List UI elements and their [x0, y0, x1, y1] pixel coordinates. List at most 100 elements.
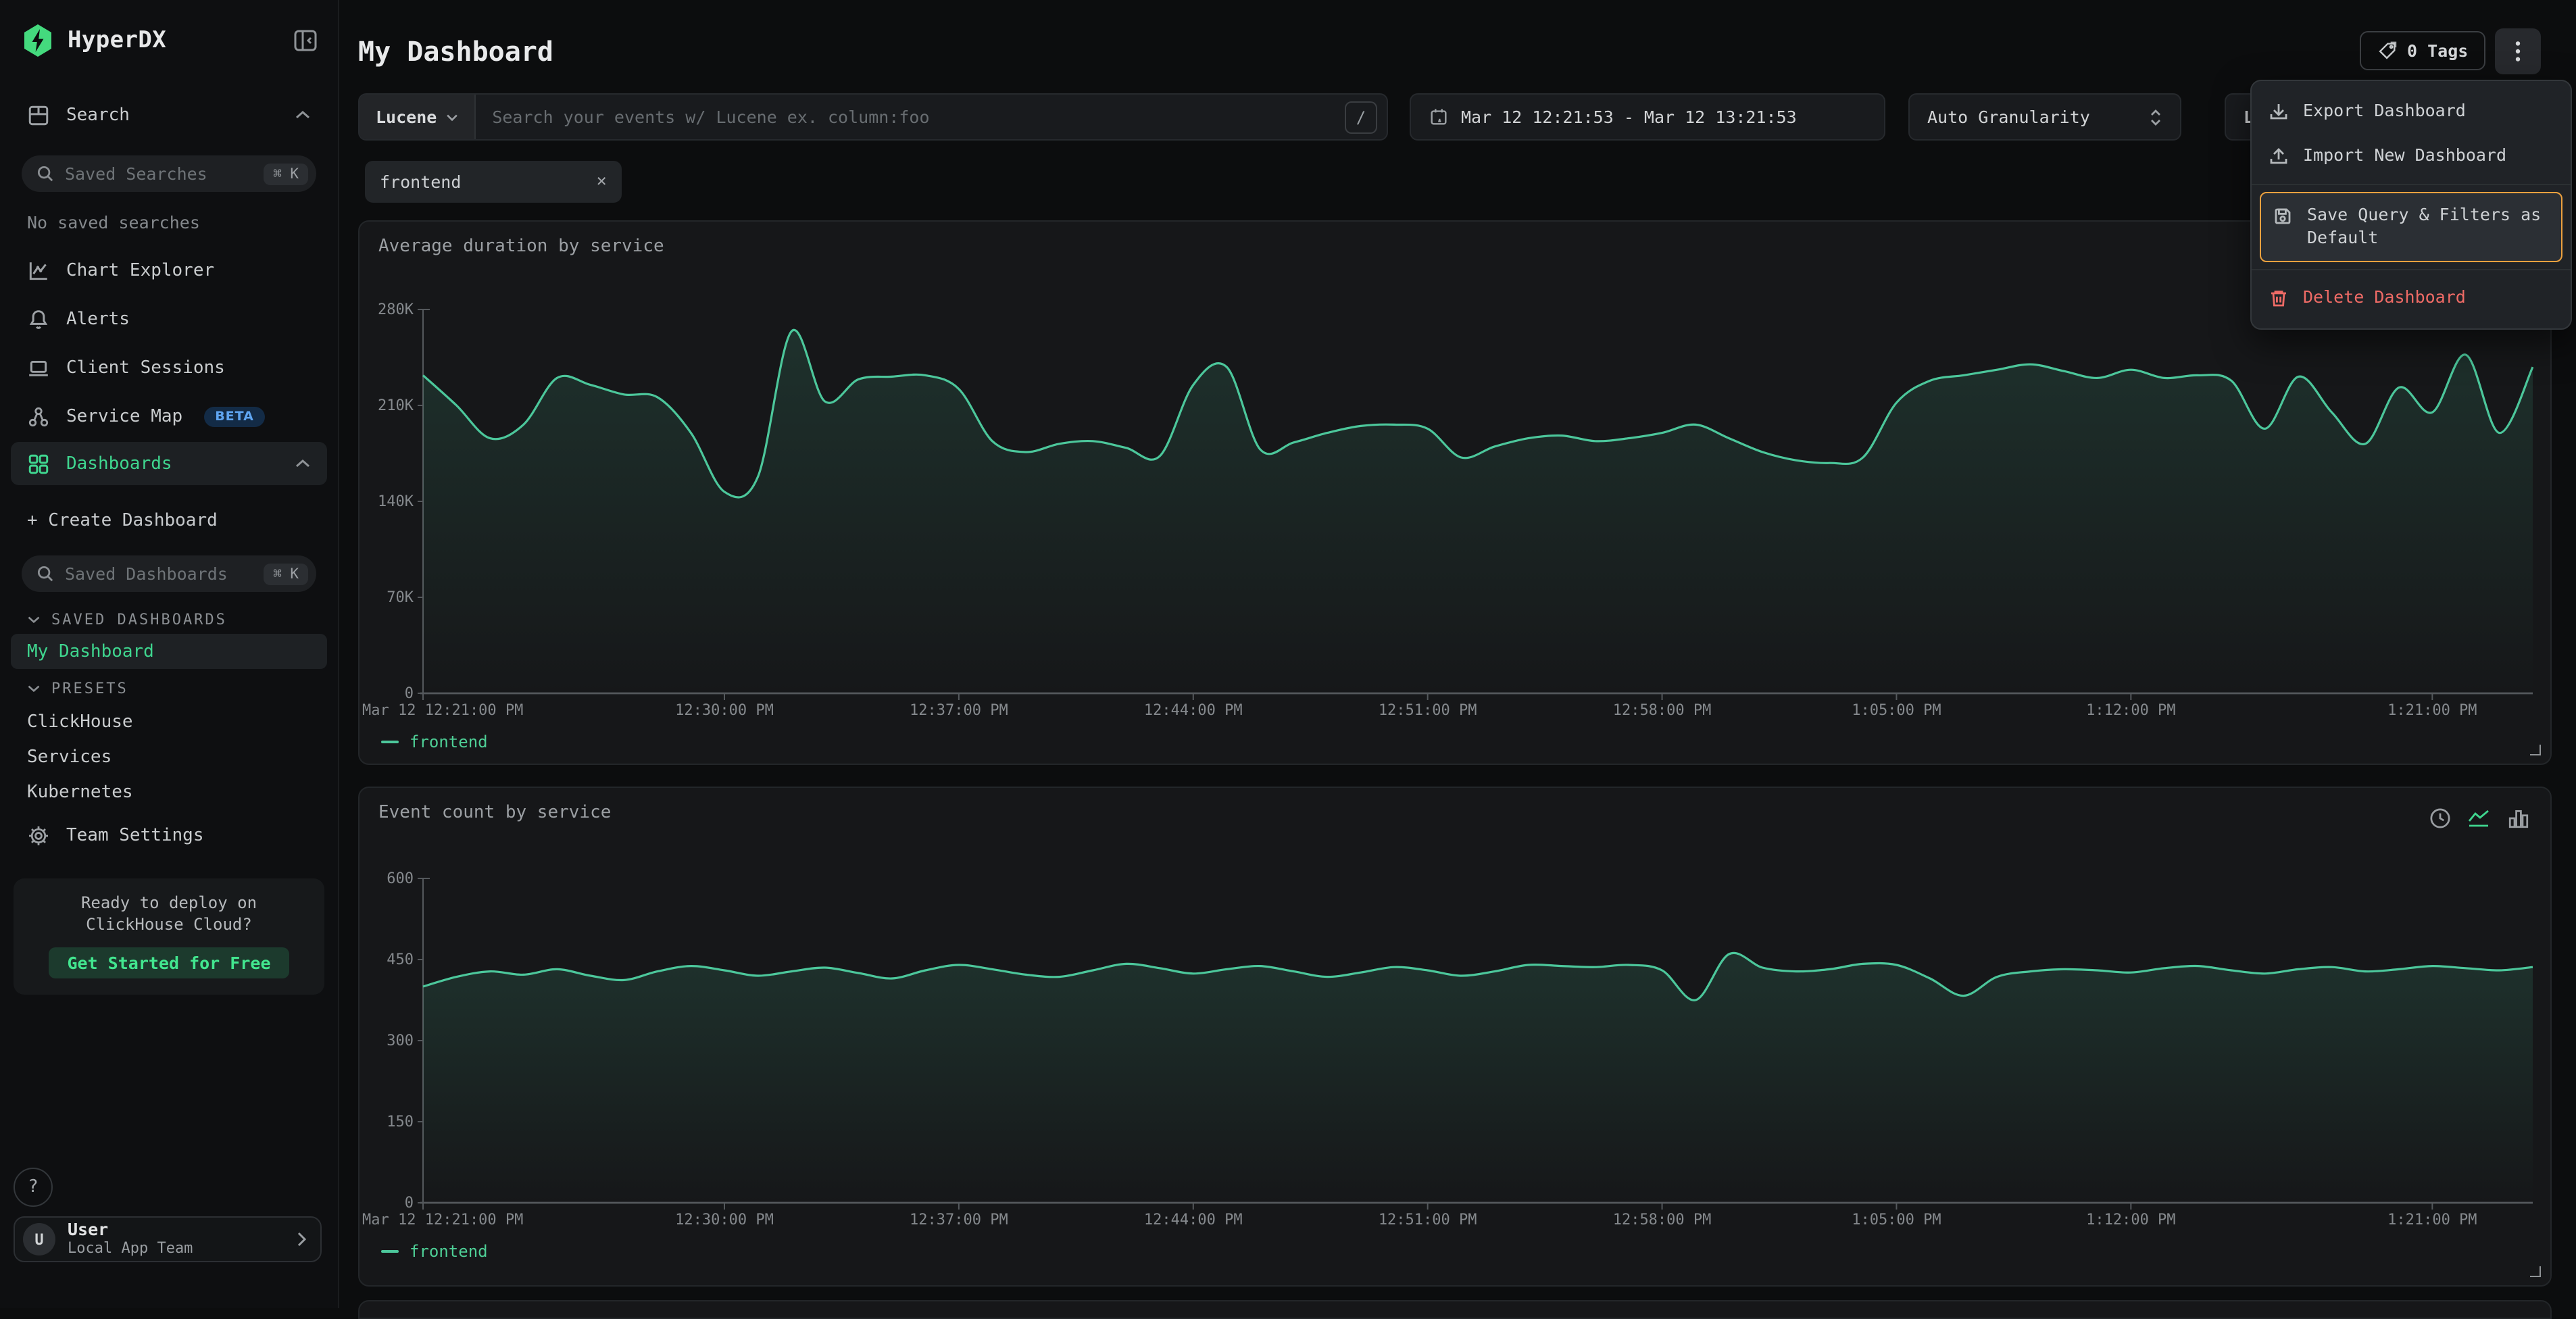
saved-dashboard-my-dashboard[interactable]: My Dashboard — [11, 634, 327, 669]
saved-searches-placeholder: Saved Searches — [65, 164, 253, 184]
panel-resize-handle[interactable] — [2530, 1266, 2541, 1277]
event-search-bar[interactable]: Lucene Search your events w/ Lucene ex. … — [358, 93, 1388, 141]
tag-icon — [2377, 41, 2398, 61]
laptop-icon — [27, 356, 50, 379]
panel-title: Average duration by service — [378, 237, 664, 257]
dashboard-menu-button[interactable] — [2495, 28, 2541, 74]
group-saved-dashboards[interactable]: SAVED DASHBOARDS — [27, 611, 227, 628]
svg-text:12:30:00 PM: 12:30:00 PM — [675, 702, 774, 719]
time-range-icon[interactable] — [2426, 804, 2453, 831]
shortcut-badge: ⌘ K — [264, 163, 308, 184]
menu-item-import-dashboard[interactable]: Import New Dashboard — [2252, 134, 2571, 178]
line-chart-icon[interactable] — [2465, 804, 2492, 831]
search-icon — [36, 565, 54, 582]
granularity-select[interactable]: Auto Granularity — [1908, 93, 2181, 141]
chevron-down-icon — [446, 113, 458, 121]
legend-line-swatch — [381, 1249, 399, 1253]
svg-text:450: 450 — [387, 951, 414, 968]
get-started-button[interactable]: Get Started for Free — [49, 948, 289, 979]
svg-text:12:44:00 PM: 12:44:00 PM — [1144, 1212, 1243, 1228]
tags-label: 0 Tags — [2407, 41, 2468, 61]
event-count-chart[interactable]: 6004503001500Mar 12 12:21:00 PM12:30:00 … — [360, 788, 2550, 1285]
user-card[interactable]: U User Local App Team — [14, 1216, 322, 1262]
sidebar-item-label: Team Settings — [66, 825, 204, 845]
svg-text:140K: 140K — [378, 493, 414, 510]
svg-text:12:37:00 PM: 12:37:00 PM — [910, 1212, 1008, 1228]
user-team: Local App Team — [68, 1241, 193, 1258]
sidebar-item-client-sessions[interactable]: Client Sessions — [11, 346, 327, 389]
help-button[interactable]: ? — [14, 1168, 53, 1207]
svg-text:Mar 12 12:21:00 PM: Mar 12 12:21:00 PM — [362, 702, 523, 719]
svg-text:300: 300 — [387, 1032, 414, 1049]
create-dashboard-button[interactable]: + Create Dashboard — [27, 511, 218, 531]
sidebar-item-search[interactable]: Search — [11, 93, 327, 136]
panel-title: Event count by service — [378, 803, 611, 823]
app-title: HyperDX — [68, 27, 166, 54]
search-input-placeholder: Search your events w/ Lucene ex. column:… — [476, 107, 1345, 127]
sidebar-item-alerts[interactable]: Alerts — [11, 297, 327, 341]
chevron-up-icon — [295, 458, 311, 469]
sidebar-item-label: Client Sessions — [66, 357, 225, 378]
preset-clickhouse[interactable]: ClickHouse — [11, 704, 327, 739]
gear-icon — [27, 824, 50, 847]
svg-text:600: 600 — [387, 870, 414, 887]
svg-text:150: 150 — [387, 1114, 414, 1130]
saved-dashboards-placeholder: Saved Dashboards — [65, 564, 253, 584]
menu-item-save-query-filters-default[interactable]: Save Query & Filters as Default — [2261, 193, 2561, 261]
date-range-picker[interactable]: Mar 12 12:21:53 - Mar 12 13:21:53 — [1410, 93, 1885, 141]
sidebar-item-chart-explorer[interactable]: Chart Explorer — [11, 249, 327, 292]
chart-legend[interactable]: frontend — [381, 1242, 488, 1261]
sidebar-item-label: Alerts — [66, 309, 130, 329]
chart-legend[interactable]: frontend — [381, 732, 488, 751]
app-window: HyperDX Search Saved Searches ⌘ K No sav… — [0, 0, 2576, 1308]
date-range-value: Mar 12 12:21:53 - Mar 12 13:21:53 — [1461, 107, 1797, 127]
vertical-dots-icon — [2515, 41, 2521, 62]
tags-button[interactable]: 0 Tags — [2360, 31, 2485, 70]
menu-item-export-dashboard[interactable]: Export Dashboard — [2252, 89, 2571, 134]
beta-badge: BETA — [204, 406, 265, 426]
svg-text:1:05:00 PM: 1:05:00 PM — [1852, 702, 1941, 719]
slash-shortcut-badge: / — [1345, 101, 1377, 133]
avatar: U — [23, 1223, 55, 1255]
clickhouse-cloud-card: Ready to deploy on ClickHouse Cloud? Get… — [14, 878, 324, 995]
query-language-select[interactable]: Lucene — [360, 95, 476, 139]
page-title: My Dashboard — [358, 35, 553, 68]
menu-item-delete-dashboard[interactable]: Delete Dashboard — [2252, 276, 2571, 320]
saved-searches-input[interactable]: Saved Searches ⌘ K — [22, 155, 316, 192]
svg-text:12:58:00 PM: 12:58:00 PM — [1613, 1212, 1712, 1228]
svg-text:1:21:00 PM: 1:21:00 PM — [2387, 1212, 2477, 1228]
service-map-icon — [27, 405, 50, 428]
chevron-down-icon — [27, 615, 41, 624]
svg-text:12:51:00 PM: 12:51:00 PM — [1379, 702, 1477, 719]
panel-event-count: 6004503001500Mar 12 12:21:00 PM12:30:00 … — [358, 787, 2552, 1287]
avg-duration-chart[interactable]: 280K210K140K70K0Mar 12 12:21:00 PM12:30:… — [360, 222, 2550, 764]
panel-partial — [358, 1300, 2552, 1319]
upload-icon — [2268, 146, 2289, 168]
sidebar-item-service-map[interactable]: Service Map BETA — [11, 395, 327, 438]
bar-chart-icon[interactable] — [2504, 804, 2531, 831]
legend-label: frontend — [410, 1242, 488, 1261]
chip-close-icon[interactable]: × — [596, 172, 607, 192]
sidebar: HyperDX Search Saved Searches ⌘ K No sav… — [0, 0, 339, 1308]
cloud-card-text: Ready to deploy on ClickHouse Cloud? — [30, 892, 308, 936]
preset-kubernetes[interactable]: Kubernetes — [11, 774, 327, 810]
chart-explorer-icon — [27, 259, 50, 282]
svg-text:280K: 280K — [378, 301, 414, 318]
search-section-icon — [27, 103, 50, 126]
save-icon — [2272, 205, 2294, 227]
calendar-icon — [1429, 107, 1449, 127]
panel-resize-handle[interactable] — [2530, 745, 2541, 755]
svg-text:12:58:00 PM: 12:58:00 PM — [1613, 702, 1712, 719]
sidebar-collapse-icon[interactable] — [292, 27, 319, 54]
group-presets[interactable]: PRESETS — [27, 680, 128, 697]
svg-text:12:51:00 PM: 12:51:00 PM — [1379, 1212, 1477, 1228]
dashboard-context-menu: Export Dashboard Import New Dashboard Sa… — [2250, 80, 2572, 330]
shortcut-badge: ⌘ K — [264, 563, 308, 584]
sidebar-item-dashboards[interactable]: Dashboards — [11, 442, 327, 485]
preset-services[interactable]: Services — [11, 739, 327, 774]
chevron-updown-icon — [2149, 107, 2162, 126]
sidebar-item-team-settings[interactable]: Team Settings — [11, 814, 327, 857]
saved-dashboards-input[interactable]: Saved Dashboards ⌘ K — [22, 555, 316, 592]
sidebar-item-label: Dashboards — [66, 453, 172, 474]
svg-text:12:30:00 PM: 12:30:00 PM — [675, 1212, 774, 1228]
